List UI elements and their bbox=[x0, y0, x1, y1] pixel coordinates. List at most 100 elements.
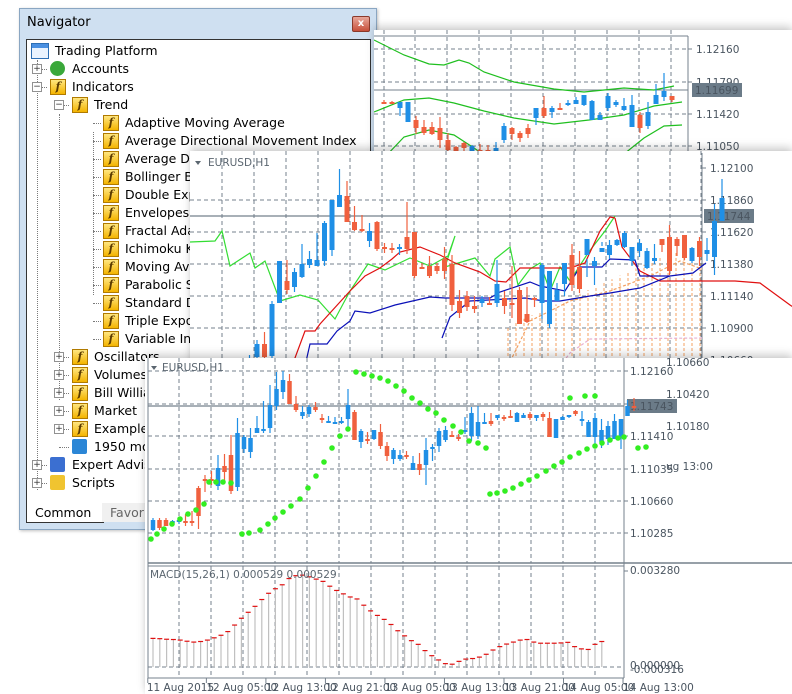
x-tick-label: 11 Aug 2015 bbox=[147, 682, 214, 694]
candle-body bbox=[501, 126, 507, 140]
candle-body bbox=[464, 296, 470, 307]
tree-item-indicators[interactable]: − f Indicators bbox=[27, 78, 367, 96]
parabolic-sar-dot bbox=[441, 417, 447, 423]
parabolic-sar-dot bbox=[385, 378, 391, 384]
tree-connector bbox=[93, 285, 101, 286]
tab-common[interactable]: Common bbox=[26, 503, 104, 523]
chart-ichimoku[interactable]: 1.121001.118601.116201.113801.111401.109… bbox=[190, 151, 792, 366]
candle-body bbox=[589, 101, 595, 120]
candle-body bbox=[534, 415, 539, 418]
candle-body bbox=[502, 298, 507, 306]
expand-icon[interactable]: + bbox=[54, 352, 64, 362]
expand-icon[interactable]: + bbox=[54, 388, 64, 398]
candle-body bbox=[456, 437, 461, 439]
candle-body bbox=[482, 422, 487, 424]
candle-body bbox=[419, 267, 425, 269]
parabolic-sar-dot bbox=[518, 481, 524, 487]
parabolic-sar-dot bbox=[148, 536, 154, 542]
candle-body bbox=[525, 128, 531, 134]
tree-item-trend[interactable]: − f Trend bbox=[27, 96, 367, 114]
parabolic-sar-dot bbox=[433, 410, 439, 416]
expand-icon[interactable]: + bbox=[32, 478, 42, 488]
candle-body bbox=[494, 284, 500, 303]
candle-body bbox=[565, 103, 571, 105]
expert-icon bbox=[50, 457, 65, 472]
candle-body bbox=[449, 264, 455, 305]
collapse-icon[interactable]: − bbox=[54, 100, 64, 110]
parabolic-sar-dot bbox=[475, 440, 481, 446]
parabolic-sar-dot bbox=[161, 526, 167, 532]
candle-body bbox=[367, 231, 372, 241]
y-tick-label: 1.11380 bbox=[710, 259, 753, 271]
parabolic-sar-dot bbox=[220, 479, 226, 485]
candle-body bbox=[597, 115, 603, 120]
candle-body bbox=[566, 415, 572, 417]
chart-window-parabolic-sar[interactable]: 1.121601.117851.114101.110351.106601.102… bbox=[145, 358, 792, 694]
parabolic-sar-dot bbox=[425, 406, 431, 412]
candle-body bbox=[319, 418, 325, 420]
y-tick-label: 1.11860 bbox=[710, 195, 753, 207]
parabolic-sar-dot bbox=[305, 485, 311, 491]
candle-body bbox=[553, 419, 559, 438]
parabolic-sar-dot bbox=[409, 395, 415, 401]
parabolic-sar-dot bbox=[185, 511, 191, 517]
price-tag-label: 1.11743 bbox=[630, 401, 673, 413]
candle-body bbox=[501, 417, 507, 419]
tree-item-average-directional-movement-index[interactable]: f Average Directional Movement Index bbox=[27, 132, 367, 150]
tree-item-label: Adaptive Moving Average bbox=[125, 115, 285, 130]
chart-bollinger[interactable]: 1.121601.117901.114201.110501.11699 bbox=[374, 30, 792, 162]
tree-item-adaptive-moving-average[interactable]: f Adaptive Moving Average bbox=[27, 114, 367, 132]
close-button[interactable]: x bbox=[352, 16, 370, 32]
candle-body bbox=[605, 96, 611, 108]
expand-icon[interactable]: + bbox=[32, 460, 42, 470]
expand-icon[interactable]: + bbox=[54, 370, 64, 380]
candle-body bbox=[421, 127, 427, 133]
candle-body bbox=[521, 415, 526, 418]
candle-body bbox=[573, 100, 579, 104]
candle-body bbox=[442, 259, 447, 271]
x-tick-label: 14 Aug 13:00 bbox=[623, 682, 694, 694]
candle-body bbox=[423, 450, 429, 465]
candle-body bbox=[689, 248, 695, 261]
candle-body bbox=[637, 115, 643, 128]
chart-window-bollinger[interactable]: 1.121601.117901.114201.110501.11699 bbox=[374, 30, 792, 162]
trading-platform-icon bbox=[31, 43, 49, 59]
candle-body bbox=[382, 247, 387, 249]
candle-body bbox=[584, 239, 590, 255]
chart-window-ichimoku[interactable]: 1.12100 1.11860 1.11620 1.11380 1.11140 1.109… bbox=[190, 151, 792, 366]
tree-item-label: Volumes bbox=[94, 367, 148, 382]
parabolic-sar-dot bbox=[345, 426, 351, 432]
collapse-icon[interactable]: − bbox=[32, 82, 42, 92]
candle-body bbox=[314, 260, 320, 266]
candle-body bbox=[150, 520, 156, 530]
candle-body bbox=[371, 430, 377, 439]
candle-body bbox=[404, 237, 410, 249]
candle-body bbox=[653, 95, 659, 104]
candle-body bbox=[235, 433, 240, 487]
expand-icon[interactable]: + bbox=[54, 424, 64, 434]
chart-parabolic-sar[interactable]: 1.121601.117851.114101.110351.106601.102… bbox=[145, 358, 792, 694]
candle-body bbox=[524, 314, 530, 322]
parabolic-sar-dot bbox=[321, 459, 327, 465]
expand-icon[interactable]: + bbox=[54, 406, 64, 416]
candle-body bbox=[719, 198, 725, 221]
candle-body bbox=[267, 405, 273, 428]
tree-item-accounts[interactable]: + Accounts bbox=[27, 60, 367, 78]
parabolic-sar-dot bbox=[361, 371, 367, 377]
macd-y-tick-label: 0.003280 bbox=[630, 565, 680, 577]
candle-body bbox=[300, 412, 305, 416]
candle-body bbox=[469, 413, 474, 436]
tree-item-label: Trend bbox=[94, 97, 129, 112]
candle-body bbox=[697, 241, 702, 257]
candle-body bbox=[618, 419, 624, 437]
parabolic-sar-dot bbox=[534, 473, 540, 479]
candle-body bbox=[299, 264, 305, 277]
expand-icon[interactable]: + bbox=[32, 64, 42, 74]
candle-body bbox=[517, 133, 523, 138]
candle-body bbox=[622, 233, 627, 247]
candle-body bbox=[532, 298, 537, 300]
tree-connector bbox=[93, 123, 101, 124]
indicator-icon: f bbox=[103, 151, 119, 167]
candle-body bbox=[540, 414, 546, 417]
candle-body bbox=[443, 430, 448, 440]
